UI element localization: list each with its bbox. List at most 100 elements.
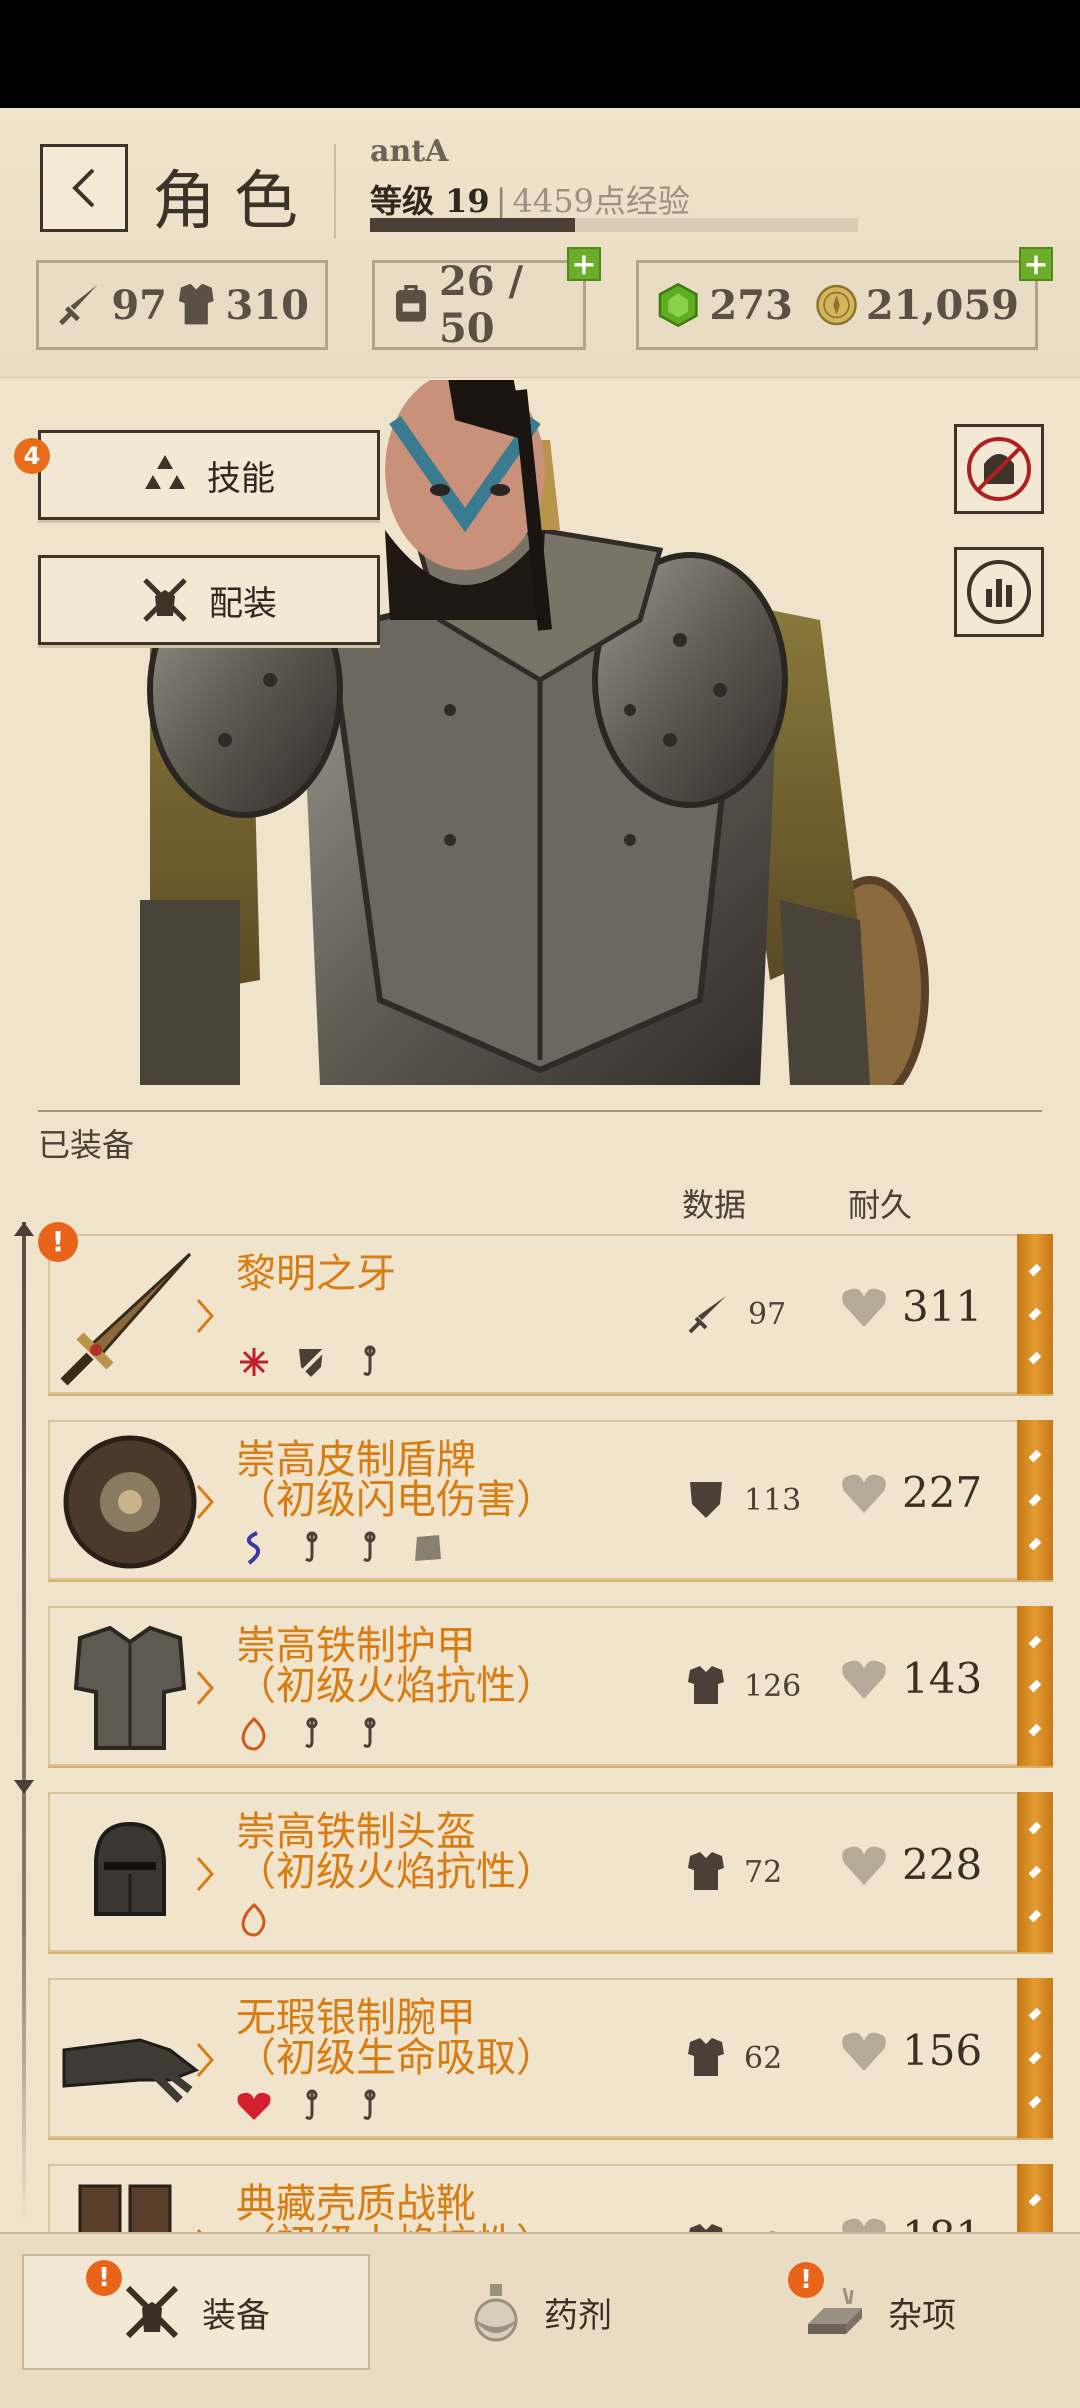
- hook-icon: [294, 1530, 330, 1566]
- hook-icon: [352, 1530, 388, 1566]
- armor-image: [73, 1625, 187, 1750]
- item-durability: 227: [840, 1468, 982, 1517]
- equipped-list[interactable]: 黎明之牙 97 311 ! 崇高皮制盾牌 （初级闪电伤害） 113 227 崇高…: [0, 1222, 1080, 2232]
- currency-box[interactable]: 273 21,059 +: [636, 247, 1053, 350]
- list-item[interactable]: 无瑕银制腕甲 （初级生命吸取） 62 156: [48, 1978, 1053, 2138]
- armor-icon: [688, 1852, 724, 1890]
- item-durability: 181: [840, 2212, 982, 2232]
- player-name: antA: [370, 134, 449, 169]
- heart-icon: [842, 2218, 886, 2232]
- item-stat: 126: [686, 1664, 801, 1708]
- item-stat: 59: [686, 2222, 782, 2232]
- item-rarity-strip: [1017, 2164, 1053, 2232]
- chevron-right-icon: [196, 1857, 214, 1891]
- loadout-icon: [143, 578, 187, 622]
- list-item[interactable]: 崇高皮制盾牌 （初级闪电伤害） 113 227: [48, 1420, 1053, 1580]
- chevron-right-icon: [196, 1671, 214, 1705]
- level-label: 等级 19: [370, 182, 490, 220]
- item-durability: 228: [840, 1840, 982, 1889]
- inventory-value: 26 / 50: [438, 258, 524, 352]
- armor-icon: [688, 1666, 724, 1704]
- shield-icon: [690, 1482, 722, 1518]
- heart-icon: [236, 2088, 272, 2124]
- column-stats: 数据: [682, 1186, 747, 1224]
- potion-icon: [474, 2284, 518, 2342]
- shield-image: [63, 1435, 197, 1569]
- status-bar: [0, 0, 1080, 108]
- equipment-icon: [125, 2285, 179, 2339]
- list-item[interactable]: 崇高铁制护甲 （初级火焰抗性） 126 143: [48, 1606, 1053, 1766]
- item-stat: 72: [686, 1850, 782, 1894]
- tab-misc[interactable]: 杂项: [720, 2254, 1040, 2370]
- page-title: 角色: [152, 165, 316, 239]
- item-rarity-strip: [1017, 1978, 1053, 2138]
- hide-helmet-button[interactable]: [954, 424, 1044, 514]
- xp-label: 4459点经验: [512, 182, 690, 220]
- list-item[interactable]: 黎明之牙 97 311 !: [38, 1222, 1053, 1394]
- misc-warning-badge: !: [788, 2262, 824, 2298]
- tab-potions-label: 药剂: [544, 2295, 612, 2336]
- add-currency-button[interactable]: +: [1019, 247, 1053, 281]
- item-rarity-strip: [1017, 1234, 1053, 1394]
- heart-icon: [842, 1846, 886, 1885]
- stats-chart-button[interactable]: [954, 547, 1044, 637]
- list-item[interactable]: 崇高铁制头盔 （初级火焰抗性） 72 228: [48, 1792, 1053, 1952]
- helmet-image: [94, 1821, 166, 1916]
- item-durability: 156: [840, 2026, 982, 2075]
- item-enchant-icons: [236, 1344, 388, 1380]
- gauntlet-image: [62, 2038, 200, 2103]
- armor-icon: [688, 2038, 724, 2076]
- chevron-right-icon: [196, 1299, 214, 1333]
- back-button[interactable]: [40, 144, 128, 232]
- list-item[interactable]: 典藏壳质战靴（初级火焰抗性） 59 181: [48, 2164, 1053, 2232]
- loadout-label: 配装: [209, 583, 277, 624]
- skills-button[interactable]: 技能: [38, 430, 380, 520]
- item-name: 黎明之牙: [236, 1251, 396, 1297]
- chevron-right-icon: [196, 1485, 214, 1519]
- tab-equipment[interactable]: 装备: [22, 2254, 370, 2370]
- armor-value: 310: [225, 281, 310, 329]
- gold-value: 21,059: [865, 281, 1019, 329]
- backpack-icon: [395, 285, 426, 322]
- hook-icon: [352, 1716, 388, 1752]
- item-enchant-icons: [236, 2088, 388, 2124]
- burst-icon: [236, 1344, 272, 1380]
- heart-icon: [842, 2032, 886, 2071]
- add-inventory-button[interactable]: +: [567, 247, 601, 281]
- bottom-nav: 装备 ! 药剂 杂项 !: [0, 2232, 1080, 2408]
- tab-equipment-label: 装备: [202, 2295, 270, 2336]
- item-rarity-strip: [1017, 1606, 1053, 1766]
- item-enchant-icons: [236, 1530, 446, 1566]
- title-divider: [334, 144, 336, 238]
- item-stat: 97: [686, 1292, 786, 1336]
- leather-icon: [410, 1530, 446, 1566]
- skills-badge: 4: [14, 438, 50, 474]
- tab-potions[interactable]: 药剂: [390, 2254, 690, 2370]
- hook-icon: [294, 1716, 330, 1752]
- item-name: 典藏壳质战靴（初级火焰抗性）: [236, 2181, 556, 2232]
- chevron-left-icon: [72, 168, 95, 208]
- character-viewport[interactable]: 技能 配装: [0, 380, 1080, 1085]
- item-rarity-strip: [1017, 1792, 1053, 1952]
- hook-icon: [352, 1344, 388, 1380]
- heart-icon: [842, 1288, 886, 1327]
- flame-icon: [236, 1902, 272, 1938]
- boots-image: [78, 2184, 172, 2232]
- inventory-capacity[interactable]: 26 / 50 +: [372, 247, 601, 352]
- greatsword-image: [60, 1252, 192, 1386]
- sword-icon: [688, 1296, 726, 1334]
- column-durability: 耐久: [848, 1186, 913, 1224]
- lightning-icon: [236, 1530, 272, 1566]
- skills-icon: [145, 455, 185, 489]
- item-name: 崇高铁制护甲 （初级火焰抗性）: [236, 1623, 556, 1709]
- helmet-hidden-icon: [967, 437, 1031, 501]
- item-name: 崇高皮制盾牌 （初级闪电伤害）: [236, 1437, 556, 1523]
- heart-icon: [842, 1660, 886, 1699]
- armor-icon: [689, 2224, 723, 2232]
- combat-stats[interactable]: 97 310: [36, 260, 328, 350]
- attack-value: 97: [111, 281, 167, 329]
- item-stat: 62: [686, 2036, 782, 2080]
- loadout-button[interactable]: 配装: [38, 555, 380, 645]
- chevron-right-icon: [196, 2043, 214, 2077]
- section-title: 已装备: [38, 1126, 135, 1164]
